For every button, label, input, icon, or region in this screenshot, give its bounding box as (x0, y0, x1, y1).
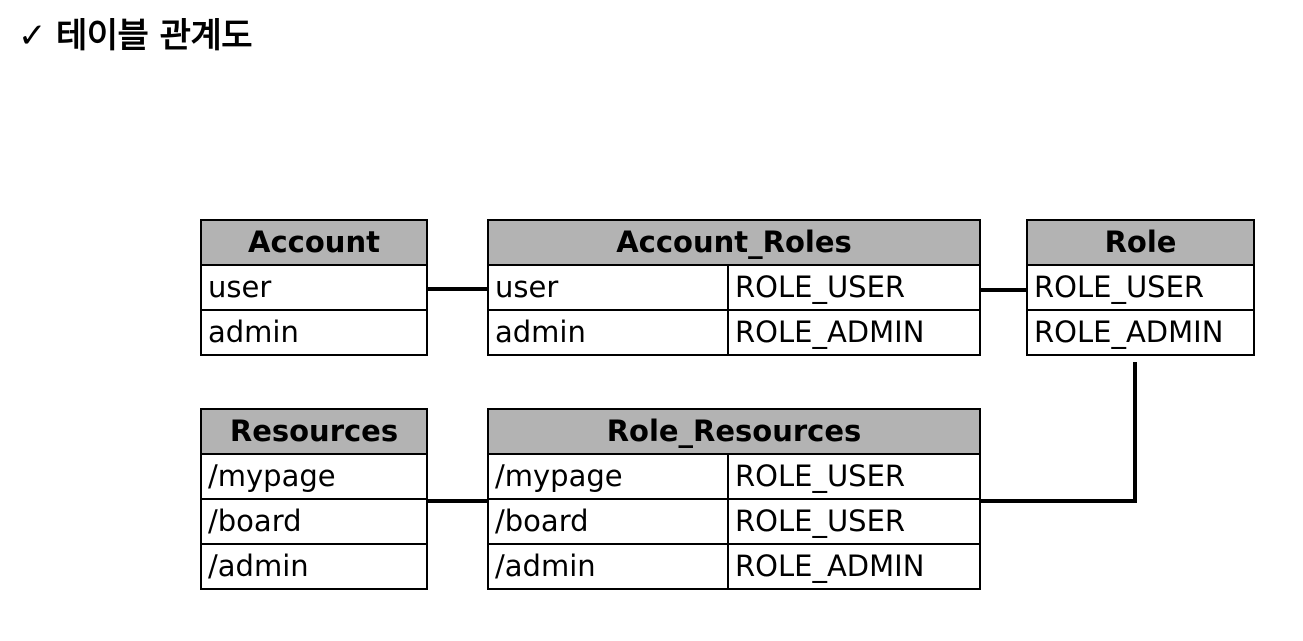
table-account-roles: Account_Roles user ROLE_USER admin ROLE_… (487, 219, 981, 356)
table-cell: ROLE_USER (727, 453, 981, 500)
table-cell: ROLE_USER (727, 498, 981, 545)
table-role: Role ROLE_USER ROLE_ADMIN (1026, 219, 1255, 356)
table-account: Account user admin (200, 219, 428, 356)
table-cell: user (487, 264, 729, 311)
table-row: admin ROLE_ADMIN (487, 309, 981, 356)
table-cell: /admin (487, 543, 729, 590)
table-cell: /board (487, 498, 729, 545)
table-cell: /mypage (200, 453, 428, 500)
table-row: admin (200, 309, 428, 356)
table-header-role: Role (1026, 219, 1255, 266)
table-row: ROLE_ADMIN (1026, 309, 1255, 356)
table-role-resources: Role_Resources /mypage ROLE_USER /board … (487, 408, 981, 590)
table-cell: /board (200, 498, 428, 545)
table-cell: /mypage (487, 453, 729, 500)
table-cell: ROLE_ADMIN (727, 309, 981, 356)
table-cell: /admin (200, 543, 428, 590)
connector-role-role-resources (979, 362, 1137, 503)
table-row: /mypage ROLE_USER (487, 453, 981, 500)
table-resources: Resources /mypage /board /admin (200, 408, 428, 590)
table-row: /board (200, 498, 428, 545)
table-row: /board ROLE_USER (487, 498, 981, 545)
table-cell: ROLE_ADMIN (1026, 309, 1255, 356)
table-row: user (200, 264, 428, 311)
table-cell: ROLE_ADMIN (727, 543, 981, 590)
table-row: /admin ROLE_ADMIN (487, 543, 981, 590)
table-header-role-resources: Role_Resources (487, 408, 981, 455)
table-row: /mypage (200, 453, 428, 500)
table-cell: ROLE_USER (727, 264, 981, 311)
table-cell: user (200, 264, 428, 311)
table-cell: admin (200, 309, 428, 356)
table-cell: ROLE_USER (1026, 264, 1255, 311)
table-row: ROLE_USER (1026, 264, 1255, 311)
table-header-account: Account (200, 219, 428, 266)
table-cell: admin (487, 309, 729, 356)
table-header-account-roles: Account_Roles (487, 219, 981, 266)
table-row: /admin (200, 543, 428, 590)
table-header-resources: Resources (200, 408, 428, 455)
table-row: user ROLE_USER (487, 264, 981, 311)
